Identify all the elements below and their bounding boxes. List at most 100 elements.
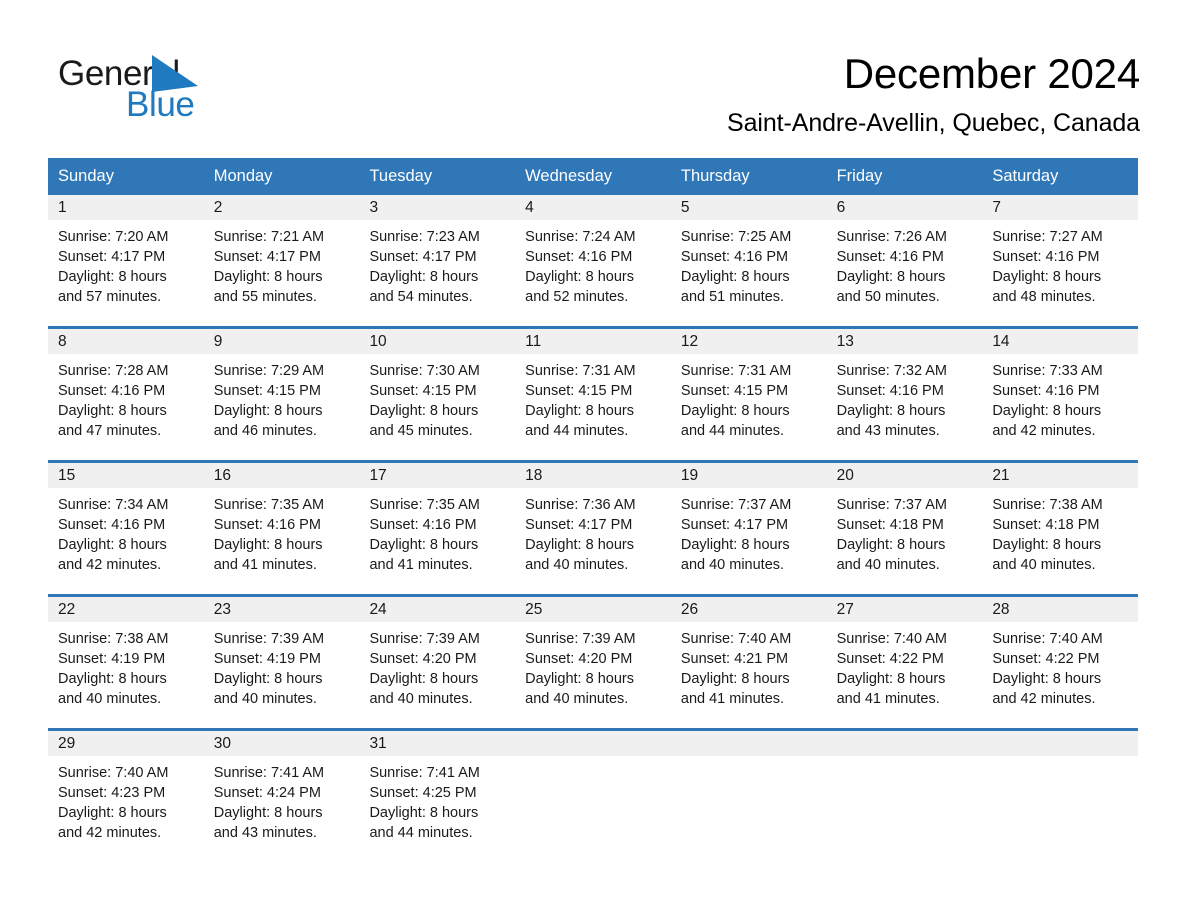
daylight-text-line2: and 40 minutes. [58,691,162,707]
generalblue-logo[interactable]: General Blue [48,48,258,130]
daylight-text-line2: and 51 minutes. [680,289,785,305]
day-cell[interactable]: 15 Sunrise: 7:34 AM Sunset: 4:16 PM Dayl… [48,463,204,594]
day-number: 18 [515,463,671,488]
day-cell[interactable]: 23 Sunrise: 7:39 AM Sunset: 4:19 PM Dayl… [203,597,360,728]
day-number: 17 [359,463,516,488]
day-cell[interactable]: 17 Sunrise: 7:35 AM Sunset: 4:16 PM Dayl… [359,463,516,594]
sunrise-text: Sunrise: 7:38 AM [992,497,1103,513]
day-cell[interactable]: 29 Sunrise: 7:40 AM Sunset: 4:23 PM Dayl… [48,731,204,859]
daylight-text-line1: Daylight: 8 hours [213,671,323,687]
day-cell[interactable]: 21 Sunrise: 7:38 AM Sunset: 4:18 PM Dayl… [982,463,1139,594]
day-number: 14 [982,329,1139,354]
sunset-text: Sunset: 4:16 PM [58,517,166,533]
sunset-text: Sunset: 4:25 PM [369,785,477,801]
day-cell[interactable]: 30 Sunrise: 7:41 AM Sunset: 4:24 PM Dayl… [203,731,360,859]
daylight-text-line2: and 44 minutes. [525,423,629,439]
daylight-text-line1: Daylight: 8 hours [369,805,479,821]
day-details: Sunrise: 7:37 AM Sunset: 4:17 PM Dayligh… [671,488,827,575]
daylight-text-line2: and 41 minutes. [369,557,473,573]
daylight-text-line1: Daylight: 8 hours [213,269,323,285]
day-number: 12 [670,329,827,354]
day-cell[interactable]: 14 Sunrise: 7:33 AM Sunset: 4:16 PM Dayl… [982,329,1139,460]
day-cell[interactable]: 18 Sunrise: 7:36 AM Sunset: 4:17 PM Dayl… [515,463,671,594]
daylight-text-line2: and 52 minutes. [525,289,629,305]
sunset-text: Sunset: 4:23 PM [58,785,166,801]
daylight-text-line2: and 42 minutes. [992,423,1096,439]
day-cell[interactable]: 4 Sunrise: 7:24 AM Sunset: 4:16 PM Dayli… [515,195,671,326]
day-cell[interactable]: 7 Sunrise: 7:27 AM Sunset: 4:16 PM Dayli… [982,195,1139,326]
sunset-text: Sunset: 4:16 PM [836,249,944,265]
day-cell[interactable]: 8 Sunrise: 7:28 AM Sunset: 4:16 PM Dayli… [48,329,204,460]
day-number: 7 [982,195,1139,220]
day-number: 31 [359,731,516,756]
day-number: 5 [670,195,827,220]
day-details: Sunrise: 7:40 AM Sunset: 4:22 PM Dayligh… [827,622,983,709]
day-cell[interactable]: 19 Sunrise: 7:37 AM Sunset: 4:17 PM Dayl… [670,463,827,594]
daylight-text-line2: and 40 minutes. [525,557,629,573]
sunrise-text: Sunrise: 7:35 AM [369,497,480,513]
day-details [982,756,1138,763]
sunset-text: Sunset: 4:21 PM [680,651,789,667]
day-details: Sunrise: 7:28 AM Sunset: 4:16 PM Dayligh… [48,354,204,441]
day-cell[interactable]: 25 Sunrise: 7:39 AM Sunset: 4:20 PM Dayl… [515,597,671,728]
day-cell[interactable]: 10 Sunrise: 7:30 AM Sunset: 4:15 PM Dayl… [359,329,516,460]
day-cell[interactable]: 20 Sunrise: 7:37 AM Sunset: 4:18 PM Dayl… [826,463,983,594]
daylight-text-line1: Daylight: 8 hours [525,537,634,553]
weekday-header-saturday: Saturday [992,167,1059,185]
sunrise-text: Sunrise: 7:27 AM [992,229,1103,245]
day-cell[interactable]: 3 Sunrise: 7:23 AM Sunset: 4:17 PM Dayli… [359,195,516,326]
day-cell[interactable]: 2 Sunrise: 7:21 AM Sunset: 4:17 PM Dayli… [203,195,360,326]
day-cell-empty [515,731,671,859]
day-details: Sunrise: 7:38 AM Sunset: 4:19 PM Dayligh… [48,622,204,709]
sunrise-text: Sunrise: 7:40 AM [680,631,792,647]
day-cell[interactable]: 12 Sunrise: 7:31 AM Sunset: 4:15 PM Dayl… [670,329,827,460]
sunrise-text: Sunrise: 7:31 AM [680,363,792,379]
daylight-text-line1: Daylight: 8 hours [680,403,790,419]
sunrise-text: Sunrise: 7:25 AM [680,229,792,245]
day-cell[interactable]: 11 Sunrise: 7:31 AM Sunset: 4:15 PM Dayl… [515,329,671,460]
sunrise-text: Sunrise: 7:31 AM [525,363,636,379]
weekday-header-sunday: Sunday [58,167,114,185]
day-cell[interactable]: 28 Sunrise: 7:40 AM Sunset: 4:22 PM Dayl… [982,597,1139,728]
daylight-text-line2: and 54 minutes. [369,289,473,305]
day-cell[interactable]: 1 Sunrise: 7:20 AM Sunset: 4:17 PM Dayli… [48,195,204,326]
daylight-text-line1: Daylight: 8 hours [992,671,1102,687]
day-cell[interactable]: 31 Sunrise: 7:41 AM Sunset: 4:25 PM Dayl… [359,731,516,859]
daylight-text-line1: Daylight: 8 hours [213,537,323,553]
daylight-text-line2: and 43 minutes. [836,423,940,439]
weekday-header-tuesday: Tuesday [369,167,433,185]
sunset-text: Sunset: 4:15 PM [369,383,477,399]
day-number: 22 [48,597,204,622]
sunrise-text: Sunrise: 7:28 AM [58,363,169,379]
daylight-text-line2: and 40 minutes. [836,557,940,573]
sunset-text: Sunset: 4:18 PM [836,517,944,533]
daylight-text-line1: Daylight: 8 hours [58,537,167,553]
day-number: 6 [826,195,983,220]
day-details [671,756,827,763]
sunrise-text: Sunrise: 7:32 AM [836,363,948,379]
day-cell[interactable]: 24 Sunrise: 7:39 AM Sunset: 4:20 PM Dayl… [359,597,516,728]
sunset-text: Sunset: 4:17 PM [369,249,477,265]
sunrise-text: Sunrise: 7:20 AM [58,229,169,245]
day-cell[interactable]: 13 Sunrise: 7:32 AM Sunset: 4:16 PM Dayl… [826,329,983,460]
day-cell[interactable]: 22 Sunrise: 7:38 AM Sunset: 4:19 PM Dayl… [48,597,204,728]
day-number: 23 [203,597,360,622]
day-details: Sunrise: 7:30 AM Sunset: 4:15 PM Dayligh… [359,354,515,441]
day-details: Sunrise: 7:40 AM Sunset: 4:21 PM Dayligh… [671,622,827,709]
daylight-text-line1: Daylight: 8 hours [836,269,946,285]
calendar-week-row: 29 Sunrise: 7:40 AM Sunset: 4:23 PM Dayl… [48,728,1139,859]
day-number: 2 [203,195,360,220]
day-number: 20 [826,463,983,488]
day-cell[interactable]: 26 Sunrise: 7:40 AM Sunset: 4:21 PM Dayl… [670,597,827,728]
daylight-text-line2: and 47 minutes. [58,423,162,439]
calendar-week-row: 22 Sunrise: 7:38 AM Sunset: 4:19 PM Dayl… [48,594,1139,728]
day-cell[interactable]: 27 Sunrise: 7:40 AM Sunset: 4:22 PM Dayl… [826,597,983,728]
day-cell[interactable]: 9 Sunrise: 7:29 AM Sunset: 4:15 PM Dayli… [203,329,360,460]
daylight-text-line1: Daylight: 8 hours [992,269,1102,285]
day-cell[interactable]: 6 Sunrise: 7:26 AM Sunset: 4:16 PM Dayli… [826,195,983,326]
day-cell[interactable]: 5 Sunrise: 7:25 AM Sunset: 4:16 PM Dayli… [670,195,827,326]
sunset-text: Sunset: 4:15 PM [525,383,633,399]
daylight-text-line1: Daylight: 8 hours [992,537,1102,553]
day-cell[interactable]: 16 Sunrise: 7:35 AM Sunset: 4:16 PM Dayl… [203,463,360,594]
sunrise-text: Sunrise: 7:41 AM [369,765,480,781]
